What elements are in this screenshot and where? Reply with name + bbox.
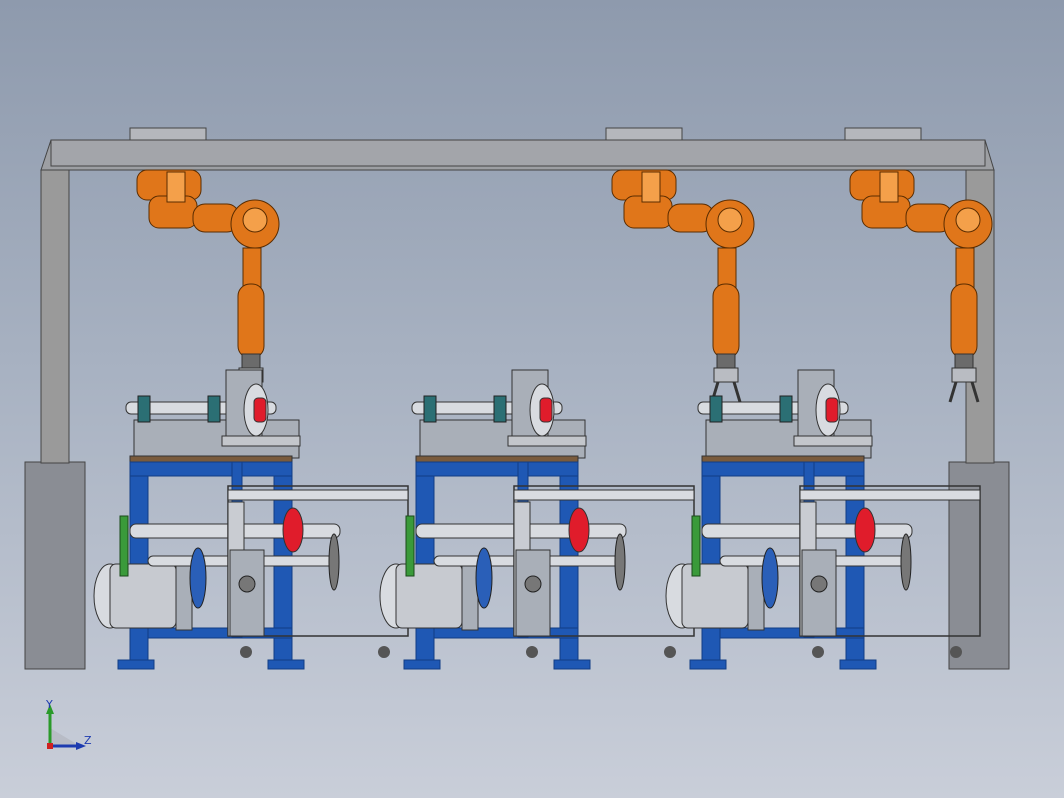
axis-z-label: Z	[84, 734, 92, 747]
beam-mount-plate	[605, 127, 683, 141]
gantry-left-column	[40, 169, 70, 464]
gantry-left-pedestal	[24, 461, 86, 670]
industrial-robot-arm-icon[interactable]	[136, 169, 280, 403]
axis-y-label: Y	[46, 698, 53, 711]
beam-mount-plate	[129, 127, 207, 141]
workstation[interactable]	[665, 369, 981, 670]
workstation[interactable]	[379, 369, 695, 670]
cad-viewport[interactable]: Y Z	[0, 0, 1064, 798]
beam-mount-plate	[844, 127, 922, 141]
assembly-scene[interactable]	[0, 0, 1064, 798]
industrial-robot-arm-icon[interactable]	[611, 169, 755, 403]
industrial-robot-arm-icon[interactable]	[849, 169, 993, 403]
workstation[interactable]	[93, 369, 409, 670]
